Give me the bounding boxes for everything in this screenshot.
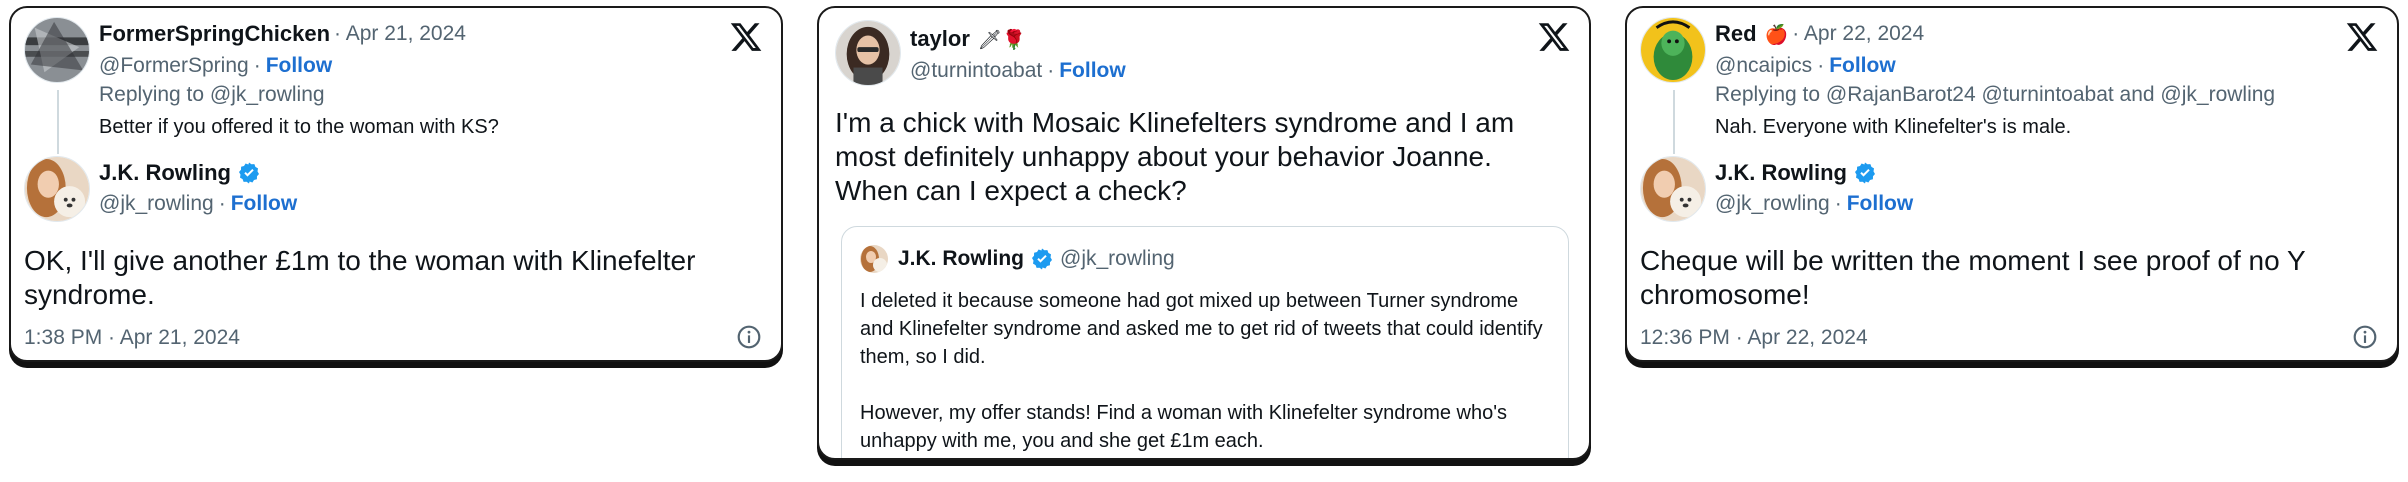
follow-button[interactable]: Follow <box>1059 59 1126 83</box>
tweet-date[interactable]: · Apr 21, 2024 <box>334 22 466 46</box>
quoted-author-name: J.K. Rowling <box>898 247 1024 270</box>
x-logo-icon[interactable] <box>729 20 763 54</box>
reply-text: Nah. Everyone with Klinefelter's is male… <box>1715 116 2072 138</box>
tweet-card: taylor 🗡🌹 @turnintoabat · Follow I'm a c… <box>817 6 1591 460</box>
main-handle-line: @turnintoabat · Follow <box>910 58 1126 84</box>
reply-author-line: Red 🍎 · Apr 22, 2024 <box>1715 21 1924 47</box>
quoted-author-line: J.K. Rowling @jk_rowling <box>898 245 1175 273</box>
separator-dot: · <box>1047 59 1055 82</box>
name-emoji: 🗡🌹 <box>977 28 1026 51</box>
follow-button[interactable]: Follow <box>231 192 298 216</box>
tweet-card: Red 🍎 · Apr 22, 2024 @ncaipics · Follow … <box>1625 6 2399 362</box>
quoted-paragraph: I deleted it because someone had got mix… <box>860 290 1543 368</box>
avatar[interactable] <box>835 20 901 86</box>
avatar[interactable] <box>24 156 90 222</box>
info-icon[interactable] <box>2352 324 2378 350</box>
reply-author-line: FormerSpringChicken · Apr 21, 2024 <box>99 21 466 47</box>
author-name[interactable]: J.K. Rowling <box>99 160 231 186</box>
avatar <box>860 245 888 273</box>
replying-to: Replying to @RajanBarot24 @turnintoabat … <box>1715 83 2276 106</box>
author-handle[interactable]: @FormerSpring <box>99 54 249 78</box>
tweet-card: FormerSpringChicken · Apr 21, 2024 @Form… <box>9 6 783 362</box>
main-author-line: J.K. Rowling <box>1715 160 1877 186</box>
tweet-text: Cheque will be written the moment I see … <box>1640 245 2306 310</box>
main-handle-line: @jk_rowling · Follow <box>99 191 297 217</box>
tweet-text: OK, I'll give another £1m to the woman w… <box>24 245 696 310</box>
name-emoji: 🍎 <box>1764 23 1789 46</box>
separator-dot: · <box>1817 54 1825 77</box>
author-handle[interactable]: @jk_rowling <box>1715 192 1830 216</box>
follow-button[interactable]: Follow <box>1829 54 1896 78</box>
tweet-timestamp[interactable]: 1:38 PM · Apr 21, 2024 <box>24 326 240 350</box>
verified-badge-icon <box>237 161 261 185</box>
author-name[interactable]: FormerSpringChicken <box>99 21 330 47</box>
verified-badge-icon <box>1853 161 1877 185</box>
avatar[interactable] <box>1640 17 1706 83</box>
info-icon[interactable] <box>736 324 762 350</box>
thread-line <box>1673 90 1675 154</box>
author-name[interactable]: Red <box>1715 21 1757 47</box>
avatar[interactable] <box>24 17 90 83</box>
x-logo-icon[interactable] <box>2345 20 2379 54</box>
author-name[interactable]: taylor <box>910 26 970 52</box>
reply-handle-line: @ncaipics · Follow <box>1715 53 1896 79</box>
author-handle[interactable]: @jk_rowling <box>99 192 214 216</box>
tweet-timestamp[interactable]: 12:36 PM · Apr 22, 2024 <box>1640 326 1868 350</box>
x-logo-icon[interactable] <box>1537 20 1571 54</box>
separator-dot: · <box>253 54 261 77</box>
reply-text: Better if you offered it to the woman wi… <box>99 116 499 138</box>
tweet-date[interactable]: · Apr 22, 2024 <box>1792 22 1924 46</box>
reply-handle-line: @FormerSpring · Follow <box>99 53 332 79</box>
main-author-line: taylor 🗡🌹 <box>910 26 1026 52</box>
replying-to: Replying to @jk_rowling <box>99 83 325 106</box>
quoted-tweet-text: I deleted it because someone had got mix… <box>860 287 1550 455</box>
author-handle[interactable]: @turnintoabat <box>910 59 1042 83</box>
quoted-tweet[interactable]: J.K. Rowling @jk_rowling I deleted it be… <box>841 226 1569 458</box>
main-author-line: J.K. Rowling <box>99 160 261 186</box>
quoted-paragraph: However, my offer stands! Find a woman w… <box>860 402 1508 452</box>
thread-line <box>57 90 59 154</box>
separator-dot: · <box>1834 192 1842 215</box>
tweet-text: I'm a chick with Mosaic Klinefelters syn… <box>835 107 1515 206</box>
quoted-author-handle: @jk_rowling <box>1060 247 1175 270</box>
main-handle-line: @jk_rowling · Follow <box>1715 191 1913 217</box>
avatar[interactable] <box>1640 156 1706 222</box>
author-handle[interactable]: @ncaipics <box>1715 54 1812 78</box>
follow-button[interactable]: Follow <box>1847 192 1914 216</box>
verified-badge-icon <box>1030 247 1054 271</box>
author-name[interactable]: J.K. Rowling <box>1715 160 1847 186</box>
separator-dot: · <box>218 192 226 215</box>
follow-button[interactable]: Follow <box>266 54 333 78</box>
